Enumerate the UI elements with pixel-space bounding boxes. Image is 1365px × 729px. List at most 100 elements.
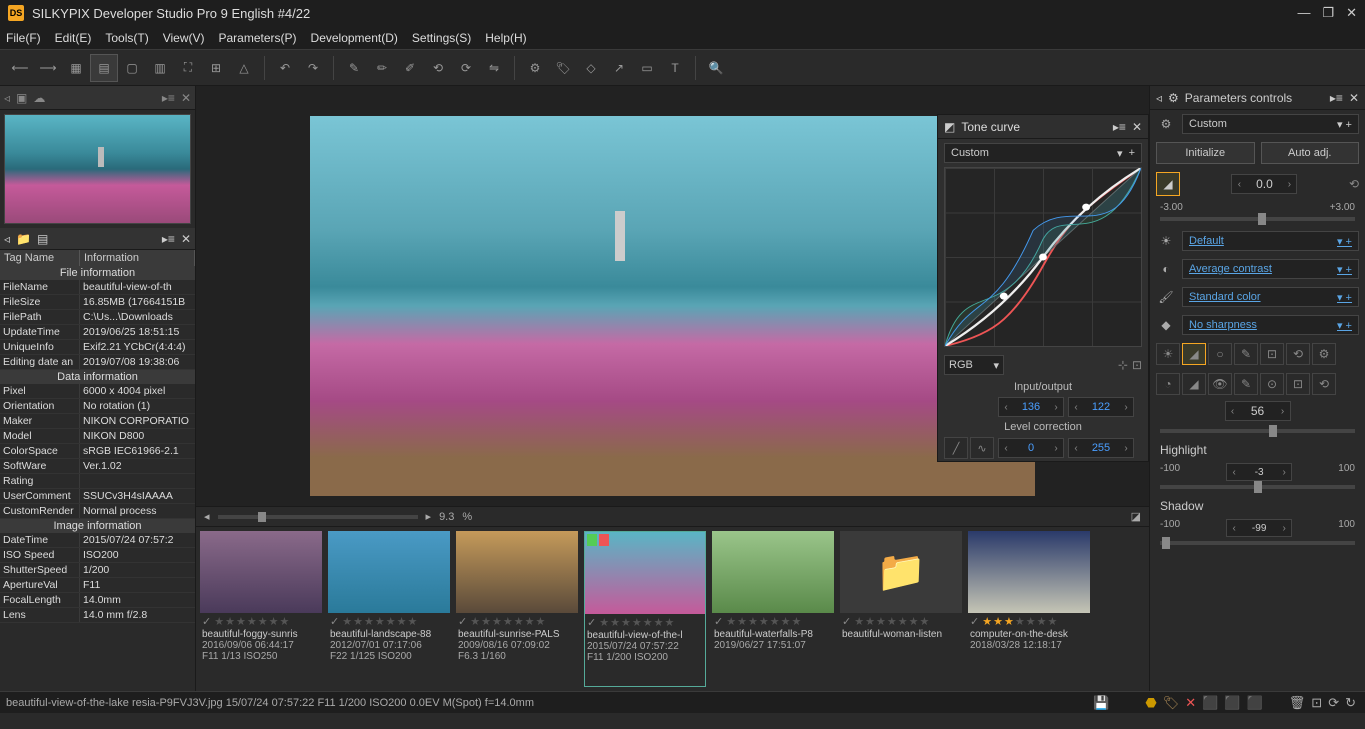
nav-image-icon[interactable]: ▣: [16, 91, 27, 105]
nav-cloud-icon[interactable]: ☁: [33, 91, 45, 105]
tone-input-spinbox[interactable]: ‹136›: [998, 397, 1064, 417]
shadow-spinbox[interactable]: ‹-99›: [1226, 519, 1292, 537]
menu-settings[interactable]: Settings(S): [412, 31, 471, 45]
tool-gear-icon[interactable]: ⚙: [521, 54, 549, 82]
zoom-slider[interactable]: [218, 515, 418, 519]
zoom-mode-icon[interactable]: ◪: [1131, 510, 1141, 523]
tab-gear-icon[interactable]: ⚙: [1312, 343, 1336, 365]
menu-parameters[interactable]: Parameters(P): [219, 31, 297, 45]
nav-back-icon[interactable]: ◃: [4, 91, 10, 105]
tab2-3-icon[interactable]: 👁: [1208, 373, 1232, 395]
auto-adj-button[interactable]: Auto adj.: [1261, 142, 1360, 164]
zoom-fit-icon[interactable]: ◂: [204, 510, 210, 523]
status-x-icon[interactable]: ✕: [1185, 695, 1196, 711]
tone-output-spinbox[interactable]: ‹122›: [1068, 397, 1134, 417]
preview-thumbnail[interactable]: [4, 114, 191, 224]
tool-grid-icon[interactable]: ▦: [62, 54, 90, 82]
tool-undo-icon[interactable]: ↶: [271, 54, 299, 82]
tool-warning-icon[interactable]: △: [230, 54, 258, 82]
thumbnail[interactable]: ✓★★★★★★★beautiful-landscape-882012/07/01…: [328, 531, 450, 687]
status-pink-icon[interactable]: ⬛: [1247, 695, 1263, 711]
thumbnail[interactable]: ✓★★★★★★★beautiful-waterfalls-P82019/06/2…: [712, 531, 834, 687]
exposure-icon[interactable]: ◢: [1156, 172, 1180, 196]
thumbnail[interactable]: ✓★★★★★★★computer-on-the-desk2018/03/28 1…: [968, 531, 1090, 687]
tool-fullscreen-icon[interactable]: ⛶: [174, 54, 202, 82]
tab2-5-icon[interactable]: ⊙: [1260, 373, 1284, 395]
highlight-slider[interactable]: [1160, 485, 1355, 489]
status-trash-icon[interactable]: 🗑: [1289, 695, 1306, 711]
menu-file[interactable]: File(F): [6, 31, 41, 45]
rp-collapse-icon[interactable]: ▸≡: [1330, 91, 1343, 105]
tone-curve-icon[interactable]: ∿: [970, 437, 994, 459]
contrast-dropdown[interactable]: Average contrast▾ +: [1182, 259, 1359, 279]
menu-development[interactable]: Development(D): [311, 31, 398, 45]
tool-text-icon[interactable]: T: [661, 54, 689, 82]
tone-collapse-icon[interactable]: ▸≡: [1113, 120, 1126, 134]
close-button[interactable]: ✕: [1346, 5, 1357, 21]
tool-next-icon[interactable]: ⟶: [34, 54, 62, 82]
exposure-slider[interactable]: [1160, 217, 1355, 221]
sat-spinbox[interactable]: ‹56›: [1225, 401, 1291, 421]
rp-back-icon[interactable]: ◃: [1156, 91, 1162, 105]
tool-brush3-icon[interactable]: ✐: [396, 54, 424, 82]
tab2-6-icon[interactable]: ⊡: [1286, 373, 1310, 395]
status-dev-icon[interactable]: ⟳: [1328, 695, 1339, 711]
status-refresh-icon[interactable]: ↻: [1345, 695, 1356, 711]
color-dropdown[interactable]: Standard color▾ +: [1182, 287, 1359, 307]
exposure-spinbox[interactable]: ‹0.0›: [1231, 174, 1297, 194]
tool-prev-icon[interactable]: ⟵: [6, 54, 34, 82]
thumbnail[interactable]: ✓★★★★★★★beautiful-view-of-the-l2015/07/2…: [584, 531, 706, 687]
main-image[interactable]: [310, 116, 1035, 496]
status-copy-icon[interactable]: ⊡: [1311, 695, 1322, 711]
tone-remove-icon[interactable]: ⊡: [1132, 358, 1142, 372]
menu-help[interactable]: Help(H): [485, 31, 526, 45]
tone-curve-graph[interactable]: [944, 167, 1142, 347]
thumbnail[interactable]: 📁✓★★★★★★★beautiful-woman-listen: [840, 531, 962, 687]
tool-compare-icon[interactable]: ▥: [146, 54, 174, 82]
tool-single-icon[interactable]: ▢: [118, 54, 146, 82]
tool-screen-icon[interactable]: ▭: [633, 54, 661, 82]
thumbnail[interactable]: ✓★★★★★★★beautiful-sunrise-PALS2009/08/16…: [456, 531, 578, 687]
level-white-spinbox[interactable]: ‹255›: [1068, 438, 1134, 458]
tool-export-icon[interactable]: ↗: [605, 54, 633, 82]
thumbnail[interactable]: ✓★★★★★★★beautiful-foggy-sunris2016/09/06…: [200, 531, 322, 687]
tab2-7-icon[interactable]: ⟲: [1312, 373, 1336, 395]
menu-tools[interactable]: Tools(T): [105, 31, 148, 45]
tool-tag-icon[interactable]: 🏷: [549, 54, 577, 82]
tab2-2-icon[interactable]: ◢: [1182, 373, 1206, 395]
wb-dropdown[interactable]: Default▾ +: [1182, 231, 1359, 251]
status-flag2-icon[interactable]: 🏷: [1163, 695, 1180, 711]
preset-dropdown[interactable]: Custom▾ +: [1182, 114, 1359, 134]
status-flag1-icon[interactable]: ⬣: [1145, 695, 1156, 711]
tool-rotate-r-icon[interactable]: ⟳: [452, 54, 480, 82]
info-close-icon[interactable]: ✕: [181, 232, 191, 246]
tool-brush1-icon[interactable]: ✎: [340, 54, 368, 82]
zoom-in-icon[interactable]: ▸: [426, 510, 432, 523]
tab-crop-icon[interactable]: ⊡: [1260, 343, 1284, 365]
tone-add-icon[interactable]: ⊹: [1118, 358, 1128, 372]
tool-rotate-l-icon[interactable]: ⟲: [424, 54, 452, 82]
info-list-icon[interactable]: ▤: [37, 232, 48, 246]
sharp-dropdown[interactable]: No sharpness▾ +: [1182, 315, 1359, 335]
exposure-reset-icon[interactable]: ⟲: [1349, 177, 1359, 191]
sat-slider[interactable]: [1160, 429, 1355, 433]
info-folder-icon[interactable]: 📁: [16, 232, 31, 246]
nav-close-icon[interactable]: ✕: [181, 91, 191, 105]
tab-tone-icon[interactable]: ◢: [1182, 343, 1206, 365]
tone-channel-dropdown[interactable]: RGB▾: [944, 355, 1004, 375]
tab2-4-icon[interactable]: ✎: [1234, 373, 1258, 395]
tool-split-icon[interactable]: ▤: [90, 54, 118, 82]
shadow-slider[interactable]: [1160, 541, 1355, 545]
tool-brush2-icon[interactable]: ✏: [368, 54, 396, 82]
level-black-spinbox[interactable]: ‹0›: [998, 438, 1064, 458]
info-collapse-icon[interactable]: ▸≡: [162, 232, 175, 246]
initialize-button[interactable]: Initialize: [1156, 142, 1255, 164]
nav-collapse-icon[interactable]: ▸≡: [162, 91, 175, 105]
maximize-button[interactable]: ❐: [1322, 5, 1334, 21]
info-tree-icon[interactable]: ◃: [4, 232, 10, 246]
rp-close-icon[interactable]: ✕: [1349, 91, 1359, 105]
tab-sun-icon[interactable]: ☀: [1156, 343, 1180, 365]
menu-view[interactable]: View(V): [163, 31, 205, 45]
tab-circle-icon[interactable]: ○: [1208, 343, 1232, 365]
minimize-button[interactable]: —: [1297, 5, 1310, 21]
